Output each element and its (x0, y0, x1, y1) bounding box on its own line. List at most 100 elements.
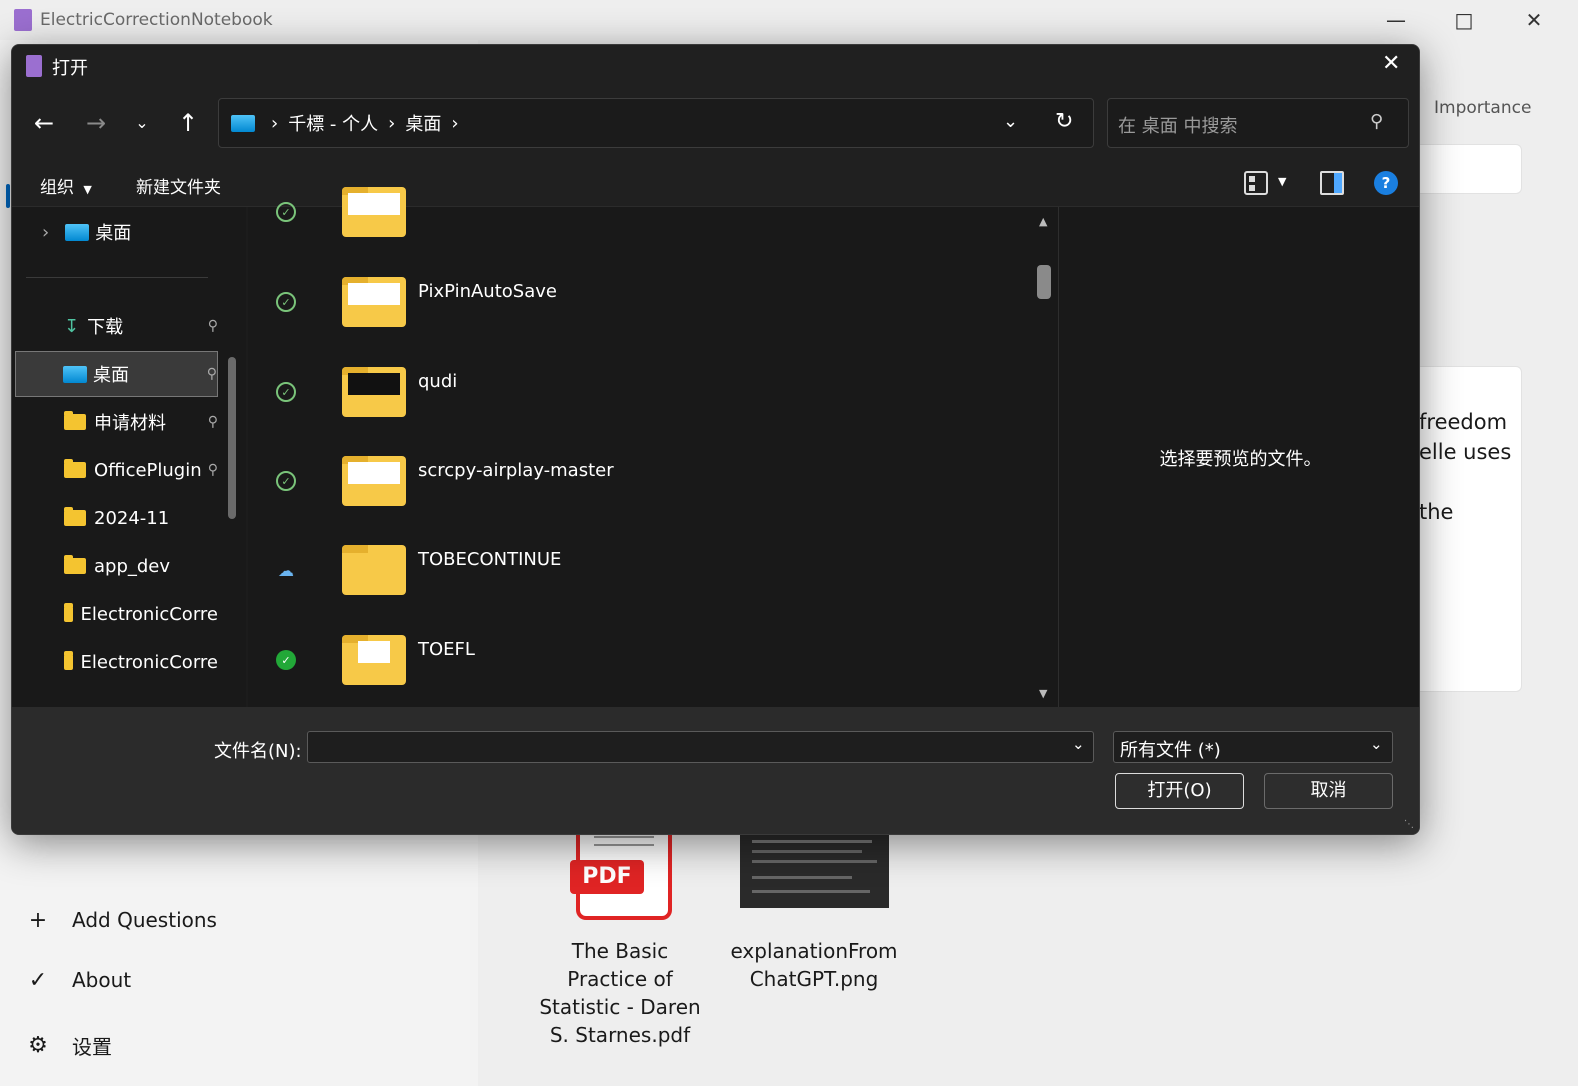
download-icon: ↧ (64, 315, 80, 337)
address-bar[interactable]: › 千標 - 个人 › 桌面 › ⌄ ↻ (218, 98, 1094, 148)
bg-text-line: elle uses (1419, 440, 1512, 464)
search-box[interactable]: 在 桌面 中搜索 ⚲ (1107, 98, 1409, 148)
list-item[interactable]: ✓ TOEFL (248, 615, 1038, 705)
item-name: qudi (418, 371, 458, 392)
tree-item-folder[interactable]: app_dev (12, 543, 218, 589)
new-folder-button[interactable]: 新建文件夹 (136, 173, 221, 198)
cloud-icon: ☁ (278, 560, 294, 580)
folder-icon (342, 545, 406, 595)
tree-item-label: OfficePlugin (94, 459, 202, 481)
selection-indicator (6, 184, 10, 208)
scroll-down-icon[interactable]: ▼ (1039, 687, 1047, 700)
organize-label: 组织 (40, 178, 74, 198)
notebook-icon (14, 9, 32, 31)
folder-icon (64, 411, 86, 430)
recent-locations-icon[interactable]: ⌄ (124, 105, 160, 141)
pin-icon[interactable]: ⚲ (208, 462, 218, 478)
organize-button[interactable]: 组织 ▼ (40, 173, 92, 198)
tree-item-desktop-selected[interactable]: 桌面 ⚲ (15, 351, 218, 397)
bg-text-line: freedom (1419, 410, 1508, 434)
pdf-file-icon[interactable]: PDF (570, 830, 672, 920)
folder-icon (342, 456, 406, 506)
dialog-footer: 文件名(N): ⌄ 所有文件 (*) ⌄ 打开(O) 取消 ⋱ (12, 707, 1419, 834)
chevron-right-icon: › (271, 112, 279, 134)
dialog-titlebar: 打开 ✕ (12, 45, 1419, 87)
tree-item-folder[interactable]: 申请材料 ⚲ (12, 399, 218, 445)
pin-icon[interactable]: ⚲ (207, 366, 217, 382)
list-item[interactable]: ☁ TOBECONTINUE (248, 525, 1038, 615)
breadcrumb-item[interactable]: 千標 - 个人 (288, 110, 378, 136)
filename-label: 文件名(N): (214, 741, 302, 762)
forward-icon[interactable]: → (78, 105, 114, 141)
back-icon[interactable]: ← (26, 105, 62, 141)
chevron-down-icon[interactable]: ⌄ (1072, 735, 1085, 753)
list-item[interactable]: ✓ (248, 167, 1038, 257)
preview-pane-icon[interactable] (1320, 171, 1344, 195)
pin-icon[interactable]: ⚲ (208, 318, 218, 334)
notebook-icon (26, 55, 42, 77)
search-icon[interactable]: ⚲ (1370, 111, 1383, 132)
tree-item-label: app_dev (94, 555, 171, 577)
filetype-value: 所有文件 (*) (1120, 740, 1221, 761)
list-scrollbar[interactable] (1037, 265, 1051, 299)
file-name[interactable]: The Basic Practice of Statistic - Daren … (530, 937, 710, 1049)
list-item[interactable]: ✓ PixPinAutoSave (248, 257, 1038, 347)
chevron-down-icon: ⌄ (1370, 735, 1383, 753)
chevron-down-icon[interactable]: ⌄ (1003, 111, 1018, 132)
synced-status-icon: ✓ (276, 382, 296, 402)
cancel-button[interactable]: 取消 (1264, 773, 1393, 809)
filetype-select[interactable]: 所有文件 (*) ⌄ (1113, 731, 1393, 763)
folder-icon (342, 187, 406, 237)
breadcrumb-item[interactable]: 桌面 (405, 110, 441, 136)
dialog-title: 打开 (52, 58, 88, 79)
tree-scrollbar[interactable] (228, 357, 236, 519)
close-icon[interactable]: ✕ (1514, 6, 1554, 34)
item-name: PixPinAutoSave (418, 281, 557, 302)
pin-icon[interactable]: ⚲ (208, 414, 218, 430)
app-titlebar: ElectricCorrectionNotebook — □ ✕ (0, 0, 1578, 40)
tree-item-label: 申请材料 (94, 413, 166, 434)
list-item[interactable]: ✓ qudi (248, 347, 1038, 437)
tree-item-desktop[interactable]: › 桌面 (12, 209, 218, 255)
desktop-icon (231, 114, 255, 132)
search-input[interactable]: 在 桌面 中搜索 (1118, 116, 1237, 137)
synced-status-icon: ✓ (276, 202, 296, 222)
synced-status-icon: ✓ (276, 292, 296, 312)
open-button[interactable]: 打开(O) (1115, 773, 1244, 809)
nav-label: 设置 (72, 1034, 112, 1059)
item-name: TOBECONTINUE (418, 549, 562, 570)
tree-item-folder[interactable]: 2024-11 (12, 495, 218, 541)
tree-item-folder[interactable]: ElectronicCorre (12, 639, 218, 685)
maximize-icon[interactable]: □ (1444, 6, 1484, 34)
help-icon[interactable]: ? (1374, 171, 1398, 195)
scroll-up-icon[interactable]: ▲ (1039, 215, 1047, 228)
filename-input[interactable]: ⌄ (307, 731, 1094, 763)
folder-icon (342, 277, 406, 327)
up-icon[interactable]: ↑ (170, 105, 206, 141)
minimize-icon[interactable]: — (1376, 6, 1416, 34)
item-name: scrcpy-airplay-master (418, 460, 614, 481)
tree-item-label: 下载 (87, 317, 124, 338)
folder-icon (342, 635, 406, 685)
tree-item-downloads[interactable]: ↧ 下载 ⚲ (12, 303, 218, 349)
list-item[interactable]: ✓ scrcpy-airplay-master (248, 436, 1038, 526)
nav-add-questions[interactable]: + Add Questions (24, 902, 217, 938)
resize-grip-icon[interactable]: ⋱ (1404, 819, 1414, 830)
open-file-dialog: 打开 ✕ ← → ⌄ ↑ › 千標 - 个人 › 桌面 › ⌄ ↻ 在 桌面 中… (11, 44, 1420, 835)
view-options-icon[interactable] (1244, 171, 1268, 195)
file-name[interactable]: explanationFromChatGPT.png (728, 937, 900, 993)
item-name: TOEFL (418, 639, 475, 660)
refresh-icon[interactable]: ↻ (1055, 109, 1073, 134)
desktop-icon (65, 223, 90, 241)
close-icon[interactable]: ✕ (1382, 51, 1400, 76)
tree-item-folder[interactable]: OfficePlugin ⚲ (12, 447, 218, 493)
caret-down-icon[interactable]: ▼ (1278, 175, 1286, 188)
png-thumbnail[interactable] (740, 830, 889, 908)
nav-settings[interactable]: ⚙ 设置 (24, 1027, 112, 1063)
nav-about[interactable]: ✓ About (24, 962, 131, 998)
caret-down-icon: ▼ (83, 183, 92, 196)
navigation-pane: › 桌面 ↧ 下载 ⚲ 桌面 ⚲ 申请材料 ⚲ OfficePlugin ⚲ 2… (12, 207, 246, 707)
tree-item-folder[interactable]: ElectronicCorre (12, 591, 218, 637)
file-list: ✓ ✓ PixPinAutoSave ✓ qudi ✓ scrcpy-airpl… (248, 187, 1058, 707)
divider (26, 277, 208, 278)
